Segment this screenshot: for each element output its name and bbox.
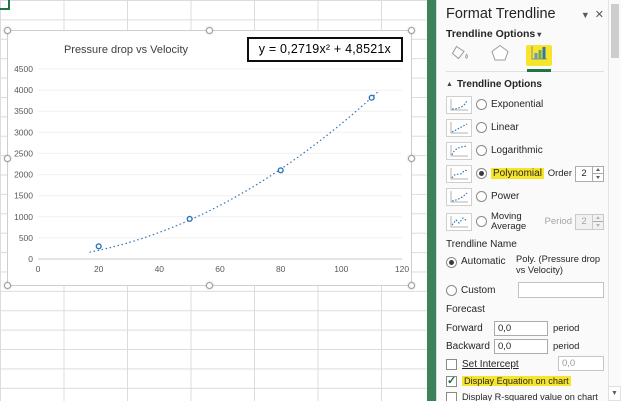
- fill-line-tab[interactable]: [448, 45, 474, 66]
- chart-resize-handle[interactable]: [4, 282, 11, 289]
- forecast-forward-row: Forward period: [446, 319, 604, 337]
- forward-periods-input[interactable]: [494, 320, 548, 336]
- order-spinner[interactable]: 2: [575, 165, 604, 182]
- scrollbar-thumb[interactable]: [611, 4, 619, 58]
- svg-text:3500: 3500: [14, 106, 33, 116]
- radio-polynomial[interactable]: [476, 168, 487, 179]
- radio-moving-average[interactable]: [476, 216, 487, 227]
- trendline-options-tab[interactable]: [526, 43, 552, 72]
- linear-trendline-icon: [446, 118, 472, 137]
- exponential-trendline-icon: [446, 95, 472, 114]
- svg-text:0: 0: [28, 254, 33, 264]
- svg-text:80: 80: [276, 264, 286, 274]
- period-label: Period: [544, 216, 572, 227]
- scroll-down-icon[interactable]: ▼: [608, 386, 621, 401]
- chart-resize-handle[interactable]: [4, 154, 11, 162]
- bar-chart-icon: [528, 43, 550, 68]
- radio-logarithmic[interactable]: [476, 145, 487, 156]
- chart-resize-handle[interactable]: [4, 27, 11, 34]
- svg-text:120: 120: [395, 264, 409, 274]
- radio-linear[interactable]: [476, 122, 487, 133]
- polynomial-trendline-icon: [446, 164, 472, 183]
- chart-object[interactable]: 0 500 1000 1500 2000 2500 3000 3500 4000 4500 0 20 4…: [4, 27, 415, 289]
- format-trendline-pane: Format Trendline ▼ ✕ Trendline Options▾: [436, 0, 621, 401]
- forecast-backward-row: Backward period: [446, 337, 604, 355]
- order-increment-button[interactable]: [593, 167, 603, 174]
- chart-resize-handle[interactable]: [408, 27, 415, 34]
- forecast-label: Forecast: [446, 304, 485, 315]
- paint-bucket-icon: [450, 43, 472, 68]
- pane-tab-strip: [446, 42, 604, 72]
- svg-text:40: 40: [155, 264, 165, 274]
- period-spinner: 2: [575, 213, 604, 230]
- period-value: 2: [581, 216, 587, 227]
- power-trendline-icon: [446, 187, 472, 206]
- pentagon-effects-icon: [489, 43, 511, 68]
- svg-text:100: 100: [334, 264, 348, 274]
- trendline-options-heading[interactable]: Trendline Options ▾: [446, 28, 604, 42]
- pane-options-icon[interactable]: ▼: [581, 10, 590, 20]
- set-intercept-row: Set Intercept: [446, 355, 604, 373]
- display-equation-row: Display Equation on chart: [446, 373, 604, 389]
- chart-resize-handle[interactable]: [408, 154, 415, 162]
- order-value: 2: [581, 168, 587, 179]
- collapse-triangle-icon: ▲: [446, 80, 453, 88]
- radio-automatic-name[interactable]: [446, 257, 457, 268]
- pane-splitter[interactable]: [427, 0, 436, 401]
- set-intercept-checkbox[interactable]: [446, 358, 457, 370]
- pane-title: Format Trendline: [446, 6, 556, 22]
- trendline-options-section-header[interactable]: ▲ Trendline Options: [446, 75, 604, 93]
- trendline-type-row: Moving Average Period 2: [446, 208, 604, 235]
- logarithmic-trendline-icon: [446, 141, 472, 160]
- svg-text:1000: 1000: [14, 212, 33, 222]
- scatter-plot: 0 500 1000 1500 2000 2500 3000 3500 4000 4500 0 20 4…: [14, 64, 409, 274]
- intercept-value-input: [558, 356, 604, 371]
- custom-name-input[interactable]: [518, 282, 604, 298]
- order-decrement-button[interactable]: [593, 174, 603, 181]
- chevron-down-icon: ▾: [537, 30, 542, 39]
- effects-tab[interactable]: [487, 43, 513, 68]
- chart-resize-handle[interactable]: [408, 282, 415, 289]
- trendline-name-automatic-row: Automatic Poly. (Pressure drop vs Veloci…: [446, 254, 604, 281]
- spreadsheet-grid[interactable]: 0 500 1000 1500 2000 2500 3000 3500 4000 4500 0 20 4…: [0, 0, 427, 401]
- close-icon[interactable]: ✕: [595, 8, 604, 21]
- display-r-squared-checkbox[interactable]: [446, 391, 457, 401]
- svg-text:500: 500: [19, 233, 33, 243]
- radio-power[interactable]: [476, 191, 487, 202]
- svg-text:0: 0: [36, 264, 41, 274]
- automatic-name-value: Poly. (Pressure drop vs Velocity): [516, 254, 601, 275]
- svg-text:2500: 2500: [14, 148, 33, 158]
- trendline-type-row: Logarithmic: [446, 139, 604, 162]
- trendline-name-label: Trendline Name: [446, 239, 517, 250]
- svg-text:4500: 4500: [14, 64, 33, 74]
- excel-window: 0 500 1000 1500 2000 2500 3000 3500 4000 4500 0 20 4…: [0, 0, 621, 401]
- chart-title[interactable]: Pressure drop vs Velocity: [36, 44, 216, 56]
- backward-periods-input[interactable]: [494, 338, 548, 354]
- trendline-name-custom-row: Custom: [446, 281, 604, 300]
- order-label: Order: [547, 168, 572, 179]
- trendline-type-row: Linear: [446, 116, 604, 139]
- trendline-type-row: Exponential: [446, 93, 604, 116]
- svg-text:1500: 1500: [14, 191, 33, 201]
- trendline-type-row: Power: [446, 185, 604, 208]
- radio-exponential[interactable]: [476, 99, 487, 110]
- period-decrement-button: [593, 222, 603, 229]
- moving-average-trendline-icon: [446, 212, 472, 231]
- svg-text:2000: 2000: [14, 170, 33, 180]
- radio-custom-name[interactable]: [446, 285, 457, 296]
- pane-scrollbar[interactable]: ▼: [608, 0, 621, 401]
- active-cell-border: [0, 0, 10, 10]
- chart-resize-handle[interactable]: [206, 27, 213, 34]
- trendline-type-row: Polynomial Order 2: [446, 162, 604, 185]
- trendline-equation-annotation[interactable]: y = 0,2719x² + 4,8521x: [246, 37, 403, 62]
- chart-resize-handle[interactable]: [206, 282, 213, 289]
- svg-text:3000: 3000: [14, 127, 33, 137]
- svg-text:60: 60: [215, 264, 225, 274]
- display-equation-checkbox[interactable]: [446, 374, 457, 387]
- display-r-squared-row: Display R-squared value on chart: [446, 389, 604, 401]
- svg-text:4000: 4000: [14, 85, 33, 95]
- period-increment-button: [593, 215, 603, 222]
- svg-text:20: 20: [94, 264, 104, 274]
